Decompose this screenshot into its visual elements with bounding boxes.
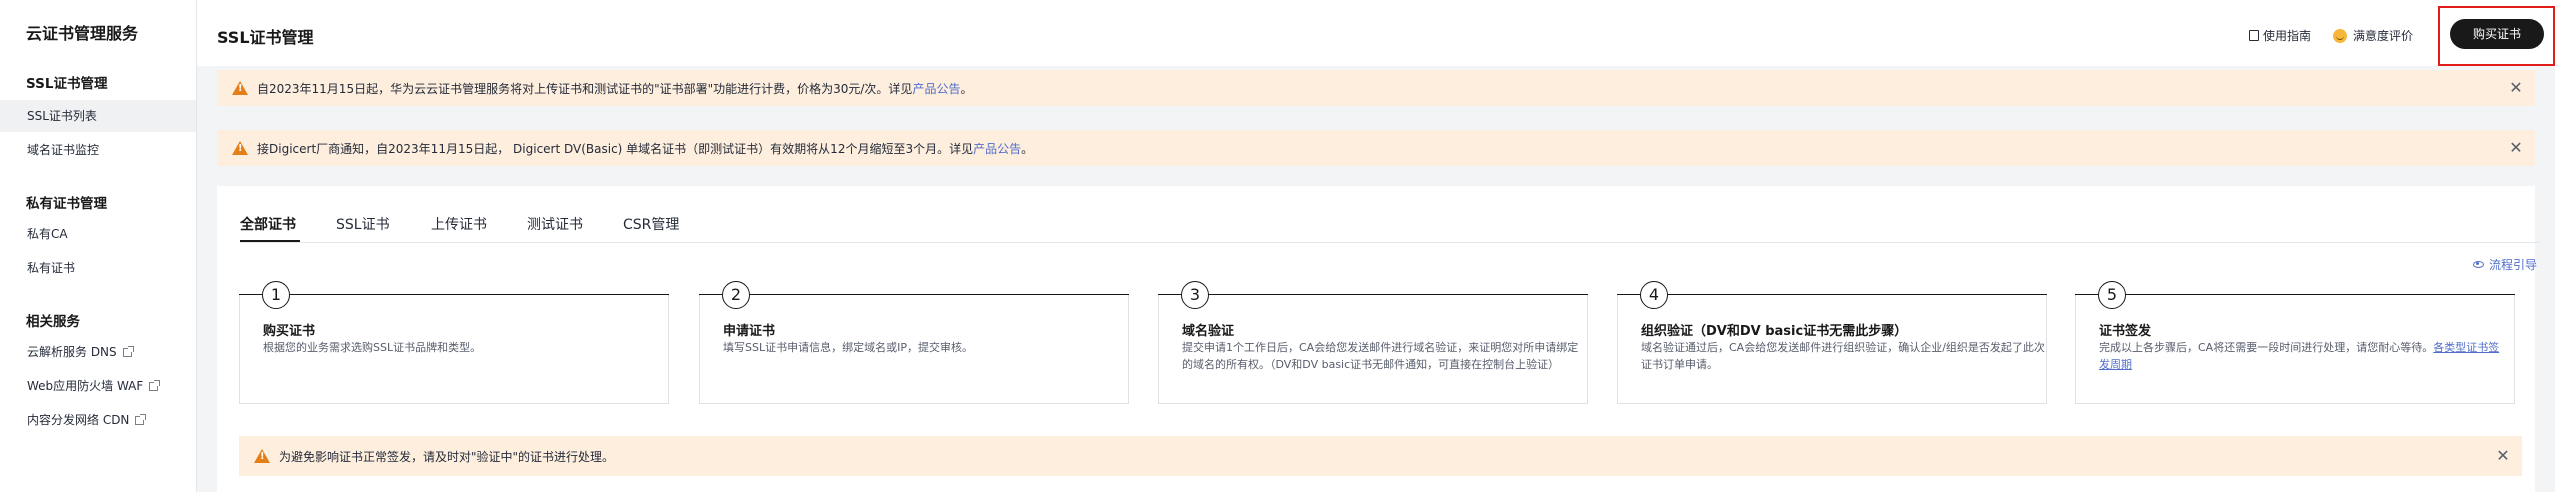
step-line — [1617, 294, 2047, 295]
sidebar-item-domain-monitor[interactable]: 域名证书监控 — [0, 134, 196, 166]
step-number: 1 — [262, 281, 290, 309]
bottom-notice: 为避免影响证书正常签发，请及时对"验证中"的证书进行处理。 ✕ — [239, 436, 2522, 476]
step-number: 4 — [1640, 281, 1668, 309]
step-desc: 完成以上各步骤后，CA将还需要一段时间进行处理，请您耐心等待。各类型证书签发周期 — [2099, 339, 2504, 373]
notice-banner: 接Digicert厂商通知，自2023年11月15日起， Digicert DV… — [217, 130, 2535, 166]
sidebar: 云证书管理服务 SSL证书管理 SSL证书列表 域名证书监控 私有证书管理 私有… — [0, 0, 197, 492]
close-icon[interactable]: ✕ — [2507, 139, 2525, 157]
notice-suffix: 。 — [960, 81, 973, 96]
notice-link[interactable]: 产品公告 — [912, 80, 960, 97]
external-link-icon — [122, 346, 134, 357]
step-number: 2 — [722, 281, 750, 309]
notice-text: 自2023年11月15日起，华为云云证书管理服务将对上传证书和测试证书的"证书部… — [257, 81, 913, 96]
step-title: 域名验证 — [1182, 324, 1235, 339]
tab-all-certs[interactable]: 全部证书 — [240, 214, 296, 234]
tab-test-certs[interactable]: 测试证书 — [527, 214, 583, 234]
sidebar-item-cdn[interactable]: 内容分发网络 CDN — [0, 404, 196, 436]
step-line — [239, 294, 669, 295]
document-icon — [2249, 30, 2259, 41]
highlight-box — [2438, 6, 2555, 66]
sidebar-item-label: 内容分发网络 CDN — [27, 413, 130, 427]
step-line — [2075, 294, 2515, 295]
sidebar-item-ssl-list[interactable]: SSL证书列表 — [0, 100, 196, 132]
bottom-notice-text: 为避免影响证书正常签发，请及时对"验证中"的证书进行处理。 — [279, 449, 615, 464]
step-desc: 域名验证通过后，CA会给您发送邮件进行组织验证，确认企业/组织是否发起了此次证书… — [1641, 341, 2045, 371]
warning-icon — [232, 81, 248, 95]
sidebar-item-private-ca[interactable]: 私有CA — [0, 218, 196, 250]
step-title: 购买证书 — [263, 324, 316, 339]
close-icon[interactable]: ✕ — [2507, 79, 2525, 97]
main-card: 全部证书 SSL证书 上传证书 测试证书 CSR管理 流程引导 1 购买证书 根… — [217, 186, 2540, 492]
warning-icon — [232, 141, 248, 155]
active-tab-indicator — [240, 240, 300, 242]
sidebar-item-private-cert[interactable]: 私有证书 — [0, 252, 196, 284]
step-title: 申请证书 — [723, 324, 776, 339]
sidebar-group-ssl: SSL证书管理 — [26, 76, 108, 92]
step-title: 组织验证（DV和DV basic证书无需此步骤） — [1641, 324, 1908, 339]
sidebar-item-label: Web应用防火墙 WAF — [27, 379, 144, 393]
guide-link[interactable]: 使用指南 — [2249, 27, 2311, 44]
step-title: 证书签发 — [2099, 324, 2152, 339]
sidebar-group-private: 私有证书管理 — [26, 196, 107, 212]
tab-uploaded-certs[interactable]: 上传证书 — [431, 214, 487, 234]
step-number: 3 — [1181, 281, 1209, 309]
sidebar-item-label: 云解析服务 DNS — [27, 345, 117, 359]
close-icon[interactable]: ✕ — [2494, 447, 2512, 465]
flow-guide-link[interactable]: 流程引导 — [2472, 256, 2537, 273]
page-title: SSL证书管理 — [217, 28, 314, 47]
eye-icon — [2472, 261, 2484, 268]
step-desc-text: 完成以上各步骤后，CA将还需要一段时间进行处理，请您耐心等待。 — [2099, 341, 2434, 354]
smile-icon — [2333, 28, 2347, 43]
guide-label: 使用指南 — [2263, 29, 2312, 43]
sidebar-group-related: 相关服务 — [26, 314, 80, 330]
external-link-icon — [135, 414, 147, 425]
notice-text: 接Digicert厂商通知，自2023年11月15日起， Digicert DV… — [257, 141, 974, 156]
sidebar-item-dns[interactable]: 云解析服务 DNS — [0, 336, 196, 368]
external-link-icon — [149, 380, 161, 391]
step-number: 5 — [2098, 281, 2126, 309]
step-desc: 提交申请1个工作日后，CA会给您发送邮件进行域名验证，来证明您对所申请绑定的域名… — [1182, 341, 1579, 371]
notice-suffix: 。 — [1021, 141, 1034, 156]
step-line — [699, 294, 1129, 295]
warning-icon — [254, 449, 270, 463]
rating-label: 满意度评价 — [2353, 29, 2414, 43]
step-line — [1158, 294, 1588, 295]
page-header: SSL证书管理 使用指南 满意度评价 — [197, 0, 2555, 66]
tab-csr[interactable]: CSR管理 — [623, 214, 679, 234]
sidebar-item-waf[interactable]: Web应用防火墙 WAF — [0, 370, 196, 402]
step-desc: 填写SSL证书申请信息，绑定域名或IP，提交审核。 — [723, 341, 973, 354]
step-desc: 根据您的业务需求选购SSL证书品牌和类型。 — [263, 341, 482, 354]
notice-banner: 自2023年11月15日起，华为云云证书管理服务将对上传证书和测试证书的"证书部… — [217, 70, 2535, 106]
tabs-divider — [240, 242, 2540, 243]
sidebar-title: 云证书管理服务 — [26, 24, 139, 43]
rating-link[interactable]: 满意度评价 — [2333, 27, 2413, 44]
notice-link[interactable]: 产品公告 — [973, 140, 1021, 157]
tab-ssl-certs[interactable]: SSL证书 — [336, 214, 390, 234]
flow-guide-label: 流程引导 — [2488, 258, 2537, 272]
